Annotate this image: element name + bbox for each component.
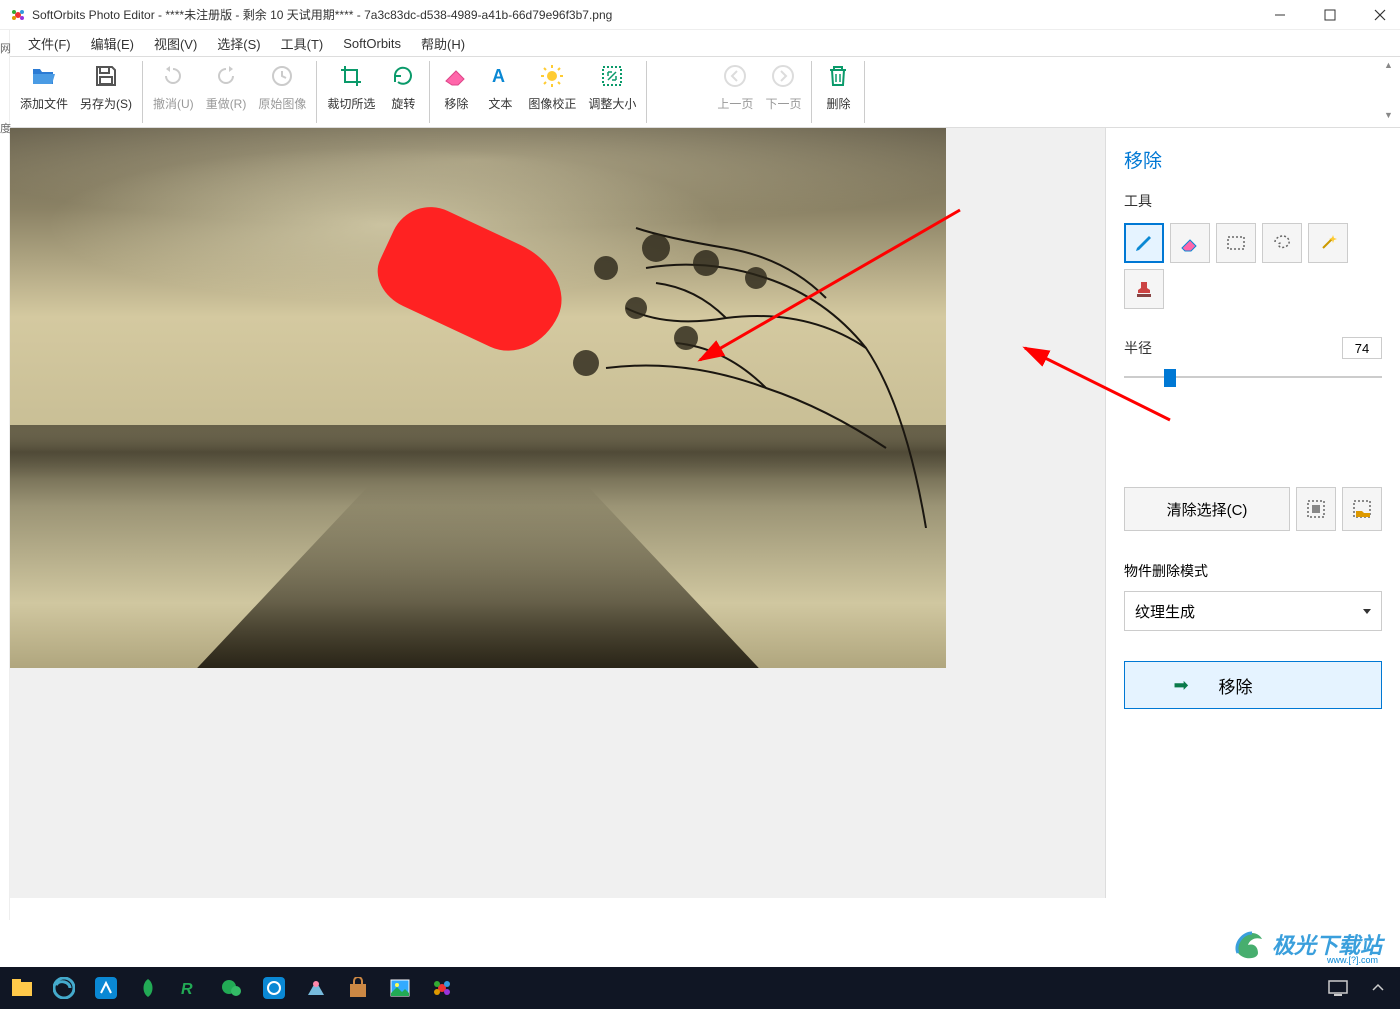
pencil-icon <box>1133 232 1155 254</box>
eraser-tool[interactable] <box>1170 223 1210 263</box>
toolbar: 添加文件 另存为(S) 撤消(U) 重做(R) 原始图像 裁切所选 旋转 <box>10 56 1400 128</box>
load-sel-icon <box>1352 499 1372 519</box>
stamp-tool[interactable] <box>1124 269 1164 309</box>
clear-selection-button[interactable]: 清除选择(C) <box>1124 487 1290 531</box>
task-edge[interactable] <box>50 974 78 1002</box>
text-icon: A <box>487 63 513 89</box>
magic-wand-tool[interactable] <box>1308 223 1348 263</box>
task-explorer[interactable] <box>8 974 36 1002</box>
menu-edit[interactable]: 编辑(E) <box>81 32 144 55</box>
magic-wand-icon <box>1317 232 1339 254</box>
tools-label: 工具 <box>1124 191 1382 211</box>
left-edge-fragment: 网 度 <box>0 30 10 920</box>
crop-button[interactable]: 裁切所选 <box>321 61 381 114</box>
panel-title: 移除 <box>1124 146 1382 173</box>
brush-mark <box>380 228 565 358</box>
radius-value[interactable]: 74 <box>1342 337 1382 359</box>
toolbar-scroll-indicator: ▲▼ <box>1384 60 1394 120</box>
task-app-3[interactable]: R <box>176 974 204 1002</box>
save-icon <box>93 63 119 89</box>
task-wechat[interactable] <box>218 974 246 1002</box>
menu-select[interactable]: 选择(S) <box>207 32 270 55</box>
titlebar: SoftOrbits Photo Editor - ****未注册版 - 剩余 … <box>0 0 1400 30</box>
mode-value: 纹理生成 <box>1135 601 1195 622</box>
resize-icon <box>599 63 625 89</box>
task-app-1[interactable] <box>92 974 120 1002</box>
lasso-icon <box>1271 232 1293 254</box>
folder-open-icon <box>31 63 57 89</box>
eraser-icon <box>443 63 469 89</box>
tree-graphic <box>526 208 946 528</box>
original-button[interactable]: 原始图像 <box>252 61 312 114</box>
watermark-url: www.[?].com <box>1327 955 1378 965</box>
radius-label: 半径 <box>1124 338 1152 358</box>
canvas-area[interactable] <box>10 128 1105 898</box>
next-icon <box>770 63 796 89</box>
save-sel-icon <box>1306 499 1326 519</box>
task-tray-1[interactable] <box>1324 974 1352 1002</box>
remove-tool-button[interactable]: 移除 <box>434 61 478 114</box>
stamp-icon <box>1133 278 1155 300</box>
save-as-button[interactable]: 另存为(S) <box>74 61 138 114</box>
text-button[interactable]: A 文本 <box>478 61 522 114</box>
task-photos[interactable] <box>386 974 414 1002</box>
svg-text:A: A <box>492 66 505 86</box>
slider-thumb[interactable] <box>1164 369 1176 387</box>
correction-button[interactable]: 图像校正 <box>522 61 582 114</box>
add-file-button[interactable]: 添加文件 <box>14 61 74 114</box>
canvas-image[interactable] <box>10 128 946 668</box>
task-tray-up[interactable] <box>1364 974 1392 1002</box>
menu-tools[interactable]: 工具(T) <box>271 32 334 55</box>
radius-slider[interactable] <box>1124 367 1382 387</box>
undo-button[interactable]: 撤消(U) <box>147 61 200 114</box>
task-softorbits[interactable] <box>428 974 456 1002</box>
load-selection-button[interactable] <box>1342 487 1382 531</box>
redo-icon <box>213 63 239 89</box>
undo-icon <box>160 63 186 89</box>
rotate-icon <box>390 63 416 89</box>
resize-button[interactable]: 调整大小 <box>582 61 642 114</box>
mode-label: 物件删除模式 <box>1124 561 1382 581</box>
redo-button[interactable]: 重做(R) <box>200 61 253 114</box>
remove-button[interactable]: ➡ 移除 <box>1124 661 1382 709</box>
mode-dropdown[interactable]: 纹理生成 <box>1124 591 1382 631</box>
task-app-5[interactable] <box>302 974 330 1002</box>
task-store[interactable] <box>344 974 372 1002</box>
rect-select-icon <box>1225 232 1247 254</box>
brightness-icon <box>539 63 565 89</box>
maximize-button[interactable] <box>1320 5 1340 25</box>
watermark-icon <box>1232 927 1266 961</box>
menu-help[interactable]: 帮助(H) <box>411 32 475 55</box>
lasso-tool[interactable] <box>1262 223 1302 263</box>
task-app-4[interactable] <box>260 974 288 1002</box>
taskbar: R <box>0 967 1400 1009</box>
task-app-2[interactable] <box>134 974 162 1002</box>
crop-icon <box>338 63 364 89</box>
app-icon <box>10 7 26 23</box>
rotate-button[interactable]: 旋转 <box>381 61 425 114</box>
prev-page-button[interactable]: 上一页 <box>711 61 759 114</box>
menu-file[interactable]: 文件(F) <box>18 32 81 55</box>
close-button[interactable] <box>1370 5 1390 25</box>
original-icon <box>269 63 295 89</box>
eraser-tool-icon <box>1179 232 1201 254</box>
window-title: SoftOrbits Photo Editor - ****未注册版 - 剩余 … <box>32 6 1270 23</box>
chevron-down-icon <box>1363 609 1371 614</box>
save-selection-button[interactable] <box>1296 487 1336 531</box>
menubar: 文件(F) 编辑(E) 视图(V) 选择(S) 工具(T) SoftOrbits… <box>10 30 1400 56</box>
side-panel: 移除 工具 半径 74 清除选择(C) 物件删除模式 纹理生成 <box>1105 128 1400 898</box>
delete-button[interactable]: 删除 <box>816 61 860 114</box>
minimize-button[interactable] <box>1270 5 1290 25</box>
next-page-button[interactable]: 下一页 <box>759 61 807 114</box>
rect-select-tool[interactable] <box>1216 223 1256 263</box>
prev-icon <box>722 63 748 89</box>
trash-icon <box>825 63 851 89</box>
menu-view[interactable]: 视图(V) <box>144 32 207 55</box>
svg-text:R: R <box>181 981 193 998</box>
pencil-tool[interactable] <box>1124 223 1164 263</box>
menu-softorbits[interactable]: SoftOrbits <box>333 34 411 53</box>
arrow-right-icon: ➡ <box>1173 675 1188 696</box>
